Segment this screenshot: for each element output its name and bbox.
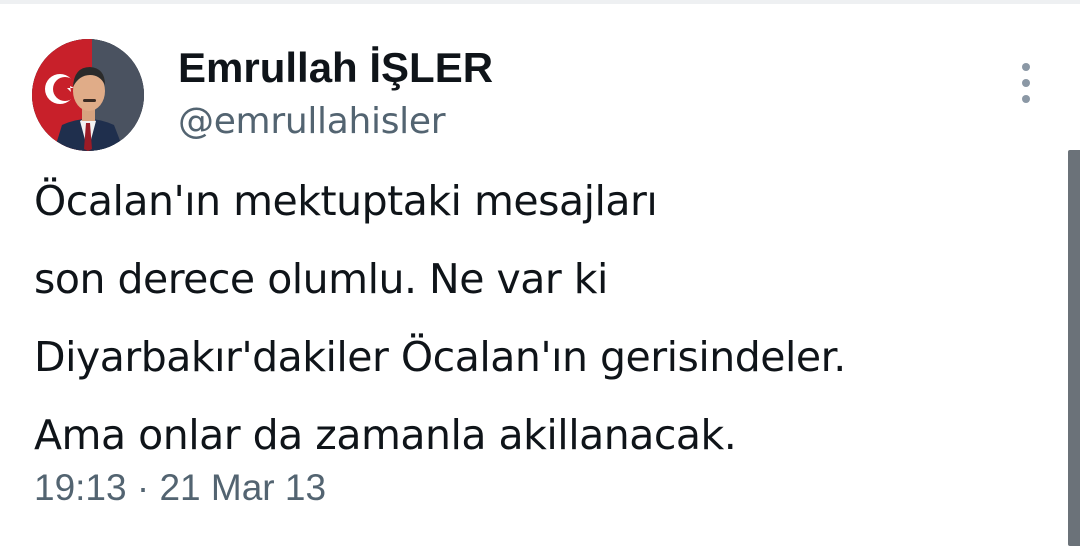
tweet-text-line: Diyarbakır'dakiler Öcalan'ın gerisindele… [34, 333, 846, 381]
tweet-text: Öcalan'ın mektuptaki mesajları son derec… [34, 162, 1044, 474]
more-vertical-icon [1022, 63, 1030, 71]
avatar[interactable] [32, 39, 144, 151]
tweet-text-line: Öcalan'ın mektuptaki mesajları [34, 177, 658, 225]
scrollbar[interactable] [1068, 150, 1080, 546]
more-vertical-icon-dot [1022, 95, 1030, 103]
tweet-timestamp[interactable]: 19:13 · 21 Mar 13 [34, 460, 326, 516]
tweet: Emrullah İŞLER @emrullahisler Öcalan'ın … [0, 0, 1080, 546]
more-vertical-icon-dot [1022, 79, 1030, 87]
avatar-image [32, 39, 144, 151]
tweet-text-line: son derece olumlu. Ne var ki [34, 255, 608, 303]
author-display-name[interactable]: Emrullah İŞLER [178, 40, 493, 96]
more-options-button[interactable] [1004, 58, 1048, 108]
author-handle[interactable]: @emrullahisler [178, 96, 446, 148]
